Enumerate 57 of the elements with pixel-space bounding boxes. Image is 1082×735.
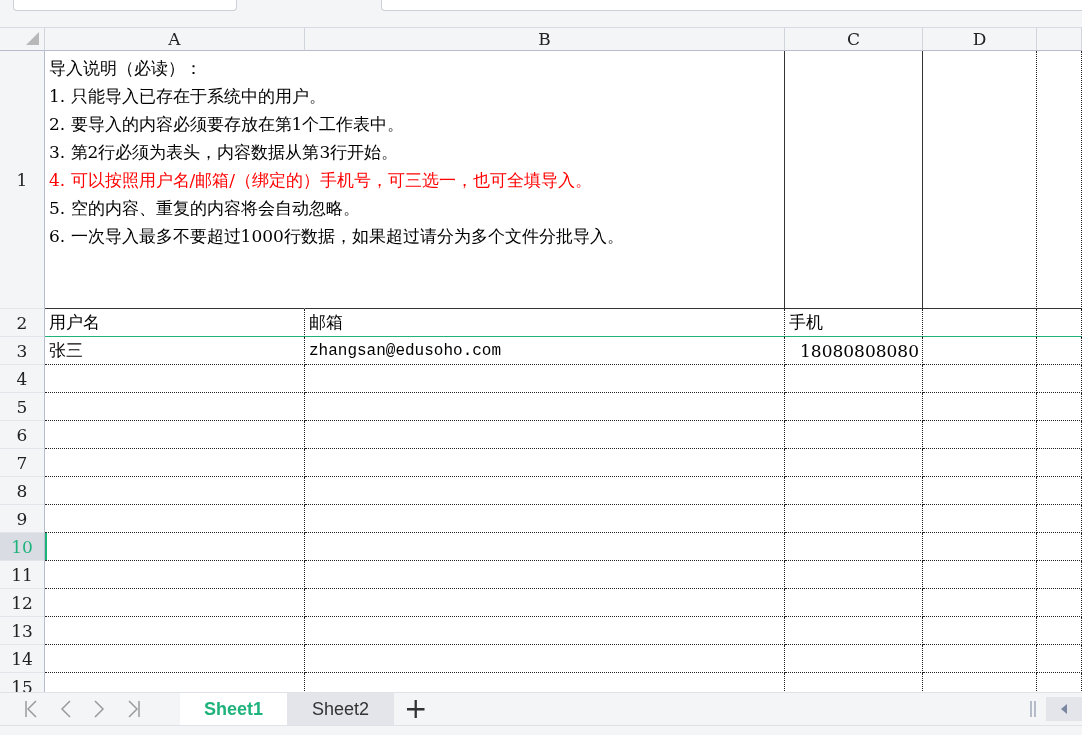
table-cell (1037, 309, 1082, 337)
instruction-line: 3. 第2行必须为表头，内容数据从第3行开始。 (49, 141, 400, 164)
instruction-line: 4. 可以按照用户名/邮箱/（绑定的）手机号，可三选一，也可全填导入。 (49, 169, 594, 192)
column-header[interactable]: C (785, 28, 923, 51)
row-header[interactable]: 1 (0, 51, 45, 309)
instruction-line: 导入说明（必读）： (49, 57, 203, 80)
row-header[interactable]: 11 (0, 561, 45, 589)
row-header[interactable]: 12 (0, 589, 45, 617)
table-cell (1037, 393, 1082, 421)
next-sheet-icon[interactable] (93, 699, 105, 719)
row-header[interactable]: 13 (0, 617, 45, 645)
left-triangle-icon (1060, 704, 1068, 714)
row-header[interactable]: 9 (0, 505, 45, 533)
table-cell: 邮箱 (305, 309, 785, 337)
name-box-field[interactable] (13, 0, 237, 11)
add-sheet-button[interactable]: + (394, 693, 438, 725)
table-cell (1037, 645, 1082, 673)
row-header[interactable]: 15 (0, 673, 45, 692)
row-header[interactable]: 8 (0, 477, 45, 505)
last-sheet-icon[interactable] (126, 699, 142, 719)
sheet-tab[interactable]: Sheet2 (287, 693, 394, 725)
row-header[interactable]: 7 (0, 449, 45, 477)
formula-field[interactable] (381, 0, 1082, 11)
table-cell: 张三 (45, 337, 305, 365)
column-header[interactable] (1037, 28, 1082, 51)
table-cell (1037, 337, 1082, 365)
table-cell (1037, 533, 1082, 561)
column-header[interactable]: B (305, 28, 785, 51)
select-all-corner[interactable] (0, 28, 45, 51)
table-cell: 手机 (785, 309, 923, 337)
row-header[interactable]: 4 (0, 365, 45, 393)
table-cell (1037, 449, 1082, 477)
table-cell (1037, 561, 1082, 589)
row-header[interactable]: 14 (0, 645, 45, 673)
table-cell (1037, 505, 1082, 533)
table-cell (1037, 421, 1082, 449)
instruction-line: 5. 空的内容、重复的内容将会自动忽略。 (49, 197, 361, 220)
instruction-line: 2. 要导入的内容必须要存放在第1个工作表中。 (49, 113, 406, 136)
table-cell (1037, 365, 1082, 393)
scroll-left-button[interactable] (1046, 697, 1082, 721)
instruction-line: 1. 只能导入已存在于系统中的用户。 (49, 85, 327, 108)
table-cell (1037, 589, 1082, 617)
first-sheet-icon[interactable] (23, 699, 39, 719)
table-cell: 用户名 (45, 309, 305, 337)
splitter-icon[interactable] (1030, 701, 1036, 717)
table-cell: 18080808080 (785, 337, 923, 365)
table-cell: zhangsan@edusoho.com (305, 337, 785, 365)
previous-sheet-icon[interactable] (60, 699, 72, 719)
table-cell (1037, 477, 1082, 505)
row-header[interactable]: 6 (0, 421, 45, 449)
instruction-line: 6. 一次导入最多不要超过1000行数据，如果超过请分为多个文件分批导入。 (49, 225, 625, 248)
column-header[interactable]: D (923, 28, 1037, 51)
row-header[interactable]: 5 (0, 393, 45, 421)
row-header[interactable]: 3 (0, 337, 45, 365)
table-cell (1037, 617, 1082, 645)
row-header[interactable]: 2 (0, 309, 45, 337)
column-header[interactable]: A (45, 28, 305, 51)
